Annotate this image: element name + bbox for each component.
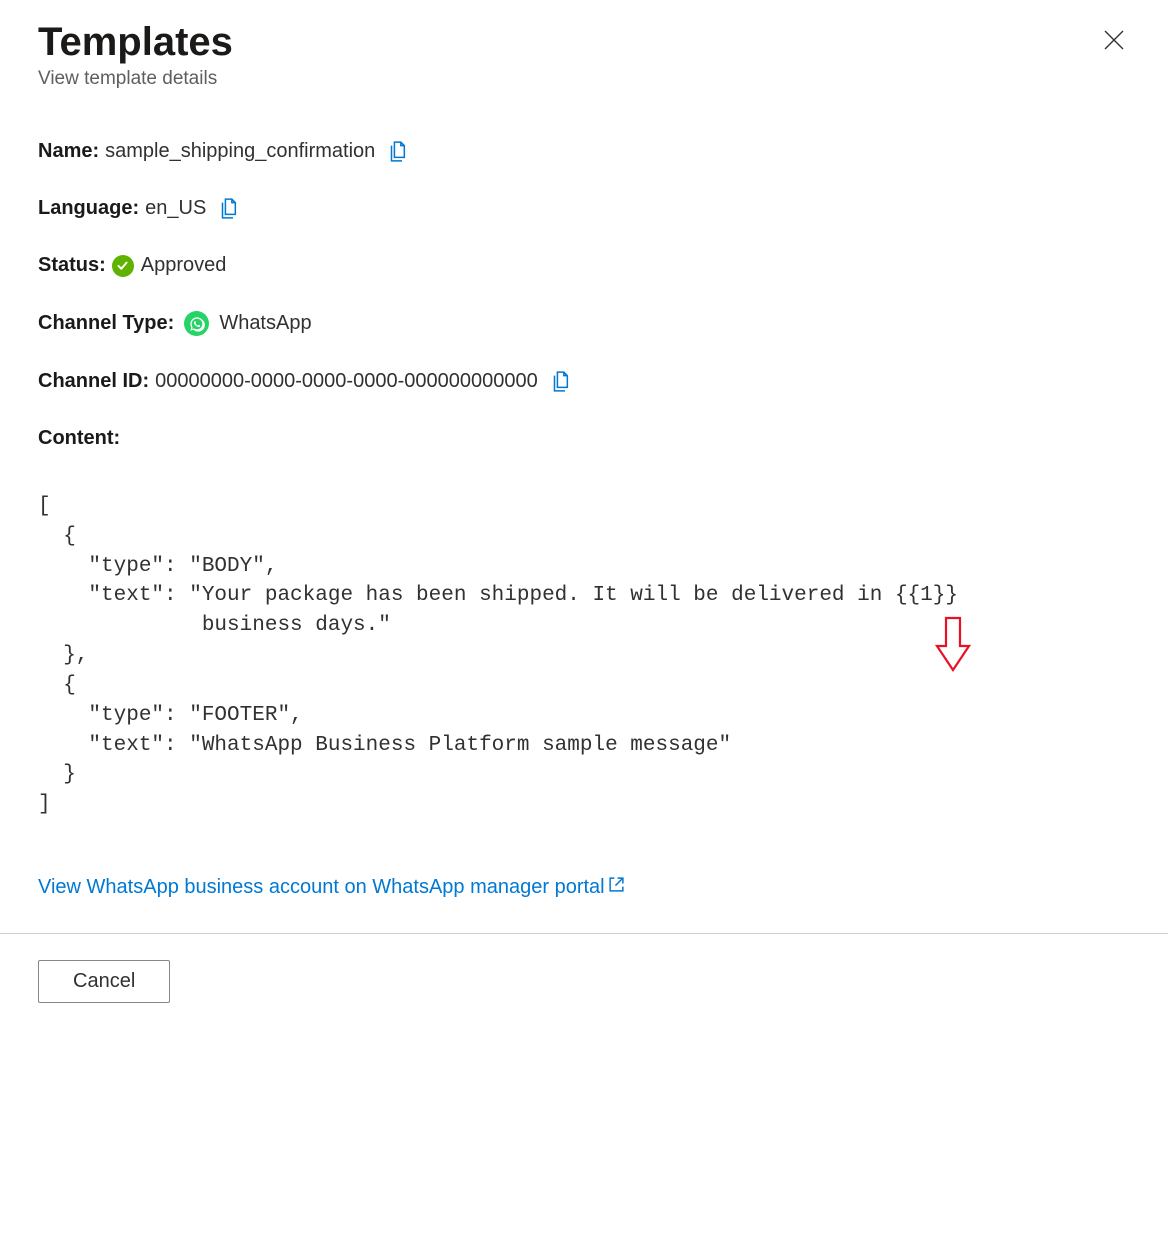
annotation-arrow-icon bbox=[935, 616, 971, 677]
status-approved-icon bbox=[112, 255, 134, 277]
name-value: sample_shipping_confirmation bbox=[105, 140, 375, 163]
name-label: Name: bbox=[38, 140, 99, 163]
footer-bar: Cancel bbox=[0, 933, 1168, 1043]
channel-type-value: WhatsApp bbox=[219, 312, 311, 335]
checkmark-icon bbox=[116, 259, 129, 272]
status-label: Status: bbox=[38, 254, 106, 277]
close-button[interactable] bbox=[1102, 28, 1126, 57]
copy-name-button[interactable] bbox=[389, 141, 408, 162]
status-value: Approved bbox=[141, 254, 227, 277]
field-channel-id: Channel ID: 00000000-0000-0000-0000-0000… bbox=[38, 370, 1130, 393]
language-label: Language: bbox=[38, 197, 139, 220]
field-name: Name: sample_shipping_confirmation bbox=[38, 140, 1130, 163]
whatsapp-phone-icon bbox=[189, 316, 205, 332]
copy-language-button[interactable] bbox=[220, 198, 239, 219]
whatsapp-portal-link[interactable]: View WhatsApp business account on WhatsA… bbox=[38, 876, 625, 899]
language-value: en_US bbox=[145, 197, 206, 220]
portal-link-text: View WhatsApp business account on WhatsA… bbox=[38, 876, 605, 899]
channel-type-label: Channel Type: bbox=[38, 312, 174, 335]
copy-icon bbox=[389, 141, 408, 162]
channel-id-value: 00000000-0000-0000-0000-000000000000 bbox=[155, 370, 538, 393]
content-label: Content: bbox=[38, 427, 1130, 450]
field-channel-type: Channel Type: WhatsApp bbox=[38, 311, 1130, 336]
field-language: Language: en_US bbox=[38, 197, 1130, 220]
page-title: Templates bbox=[38, 20, 1130, 64]
page-subtitle: View template details bbox=[38, 68, 1130, 90]
close-icon bbox=[1102, 28, 1126, 52]
copy-icon bbox=[552, 371, 571, 392]
channel-id-label: Channel ID: bbox=[38, 370, 149, 393]
field-status: Status: Approved bbox=[38, 254, 1130, 277]
cancel-button[interactable]: Cancel bbox=[38, 960, 170, 1003]
copy-icon bbox=[220, 198, 239, 219]
external-link-icon bbox=[608, 876, 625, 899]
copy-channel-id-button[interactable] bbox=[552, 371, 571, 392]
whatsapp-icon bbox=[184, 311, 209, 336]
